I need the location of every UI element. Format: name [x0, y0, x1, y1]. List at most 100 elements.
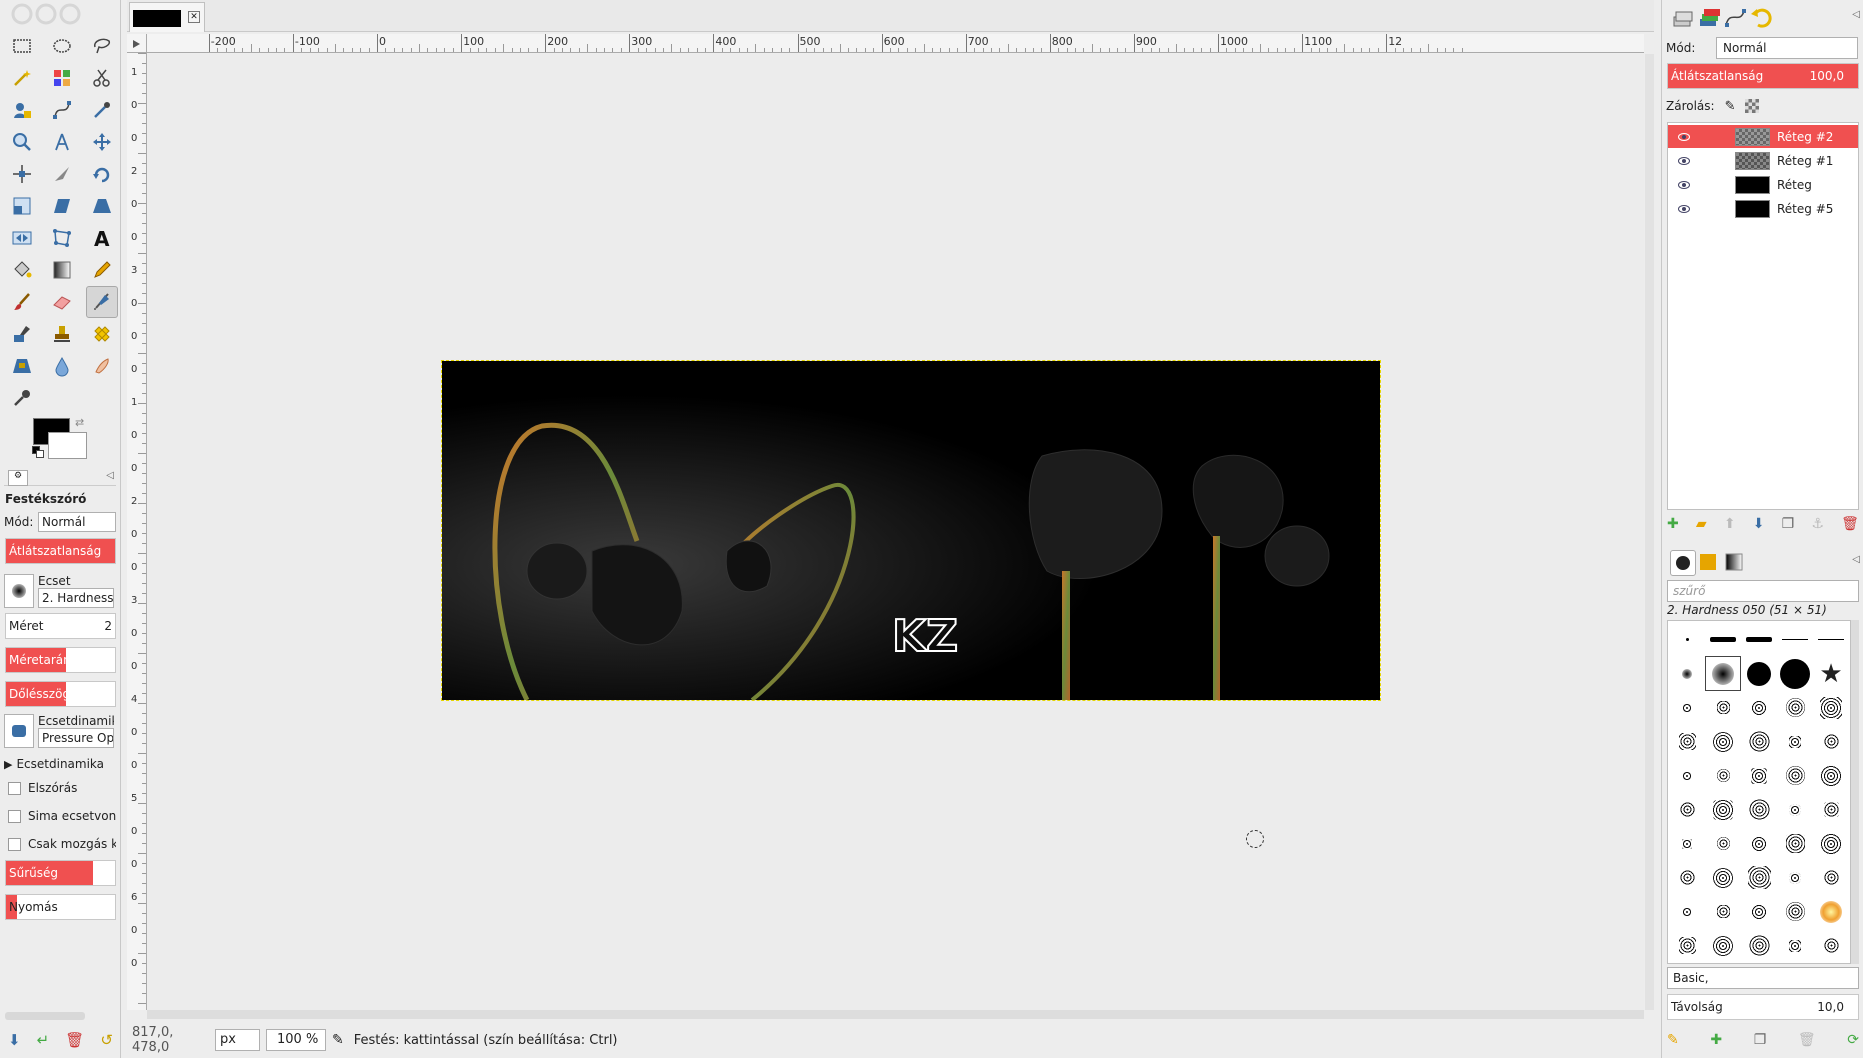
ellipse-select-tool[interactable]	[46, 30, 78, 62]
edit-brush-icon[interactable]: ✎	[1667, 1032, 1679, 1048]
zoom-tool[interactable]	[6, 126, 38, 158]
canvas-area[interactable]: KZ	[148, 54, 1644, 1010]
reset-options-icon[interactable]: ↺	[100, 1031, 113, 1049]
dynamics-options-expander[interactable]: ▶ Ecsetdinamika b	[4, 752, 116, 776]
lower-layer-icon[interactable]: ⬇	[1753, 516, 1765, 532]
brush-cell[interactable]	[1778, 827, 1812, 860]
new-layer-icon[interactable]: ✚	[1667, 516, 1679, 532]
brush-cell[interactable]	[1814, 861, 1848, 894]
brush-cell[interactable]	[1778, 929, 1812, 962]
brush-cell[interactable]	[1670, 691, 1704, 724]
foreground-select-tool[interactable]	[6, 94, 38, 126]
dodge-burn-tool[interactable]	[6, 382, 38, 414]
brush-set-select[interactable]: Basic,	[1667, 967, 1859, 989]
brush-select[interactable]: 2. Hardness 0	[38, 588, 114, 608]
brush-filter-input[interactable]: szűrő	[1667, 580, 1859, 602]
brush-cell[interactable]	[1778, 691, 1812, 724]
brush-cell[interactable]	[1742, 861, 1776, 894]
brush-cell[interactable]	[1670, 929, 1704, 962]
align-tool[interactable]	[6, 158, 38, 190]
dynamics-icon[interactable]	[4, 714, 34, 748]
zoom-select[interactable]: 100 %	[266, 1029, 326, 1051]
brush-cell[interactable]	[1742, 759, 1776, 792]
brush-cell[interactable]	[1742, 793, 1776, 826]
brush-preview-icon[interactable]	[4, 574, 34, 608]
undo-history-tab-icon[interactable]	[1748, 5, 1774, 31]
color-picker-tool[interactable]	[86, 94, 118, 126]
brush-cell[interactable]	[1706, 623, 1740, 656]
rate-slider[interactable]: Sűrűség	[5, 860, 116, 886]
visibility-eye-icon[interactable]	[1678, 204, 1690, 213]
brush-cell[interactable]	[1814, 929, 1848, 962]
brush-cell[interactable]	[1778, 895, 1812, 928]
jitter-checkbox[interactable]	[8, 782, 21, 795]
brush-cell[interactable]	[1778, 759, 1812, 792]
measure-tool[interactable]	[46, 126, 78, 158]
brush-cell[interactable]	[1670, 861, 1704, 894]
lock-alpha-icon[interactable]	[1745, 99, 1760, 113]
raise-layer-icon[interactable]: ⬆	[1724, 516, 1736, 532]
brush-cell[interactable]	[1670, 759, 1704, 792]
image-tab[interactable]: ✕	[129, 2, 205, 32]
brush-cell[interactable]	[1742, 623, 1776, 656]
brush-cell[interactable]	[1670, 657, 1704, 690]
delete-options-icon[interactable]: 🗑	[65, 1031, 84, 1049]
brush-grid-scrollbar[interactable]	[1851, 620, 1859, 964]
blend-tool[interactable]	[46, 254, 78, 286]
brush-cell[interactable]	[1706, 929, 1740, 962]
vertical-scrollbar[interactable]	[1645, 54, 1654, 1010]
rect-select-tool[interactable]	[6, 30, 38, 62]
gradients-tab-icon[interactable]	[1722, 550, 1748, 576]
scissors-select-tool[interactable]	[86, 62, 118, 94]
new-layer-group-icon[interactable]: ▰	[1696, 516, 1707, 532]
unit-select[interactable]: px	[215, 1029, 260, 1051]
brush-cell[interactable]	[1706, 725, 1740, 758]
brush-cell[interactable]	[1742, 929, 1776, 962]
layer-row-1[interactable]: Réteg #1	[1668, 149, 1858, 172]
opacity-slider[interactable]: Átlátszatlanság	[5, 538, 116, 564]
brush-cell[interactable]	[1742, 725, 1776, 758]
brush-cell[interactable]	[1670, 827, 1704, 860]
restore-options-icon[interactable]: ↵	[37, 1031, 50, 1049]
layer-row-3[interactable]: Réteg #5	[1668, 197, 1858, 220]
mode-select[interactable]: Normál	[38, 512, 116, 532]
rotate-tool[interactable]	[86, 158, 118, 190]
visibility-eye-icon[interactable]	[1678, 180, 1690, 189]
size-slider[interactable]: Méret 2	[5, 613, 116, 639]
swap-colors-icon[interactable]: ⇄	[75, 416, 84, 429]
perspective-clone-tool[interactable]	[6, 350, 38, 382]
brush-cell[interactable]	[1706, 861, 1740, 894]
background-color-swatch[interactable]	[48, 432, 87, 459]
brushes-tab-icon[interactable]	[1670, 550, 1696, 576]
brush-cell[interactable]	[1706, 759, 1740, 792]
pencil-tool[interactable]	[86, 254, 118, 286]
brush-cell[interactable]	[1814, 793, 1848, 826]
brush-cell[interactable]	[1742, 691, 1776, 724]
layer-opacity-slider[interactable]: Átlátszatlanság 100,0	[1667, 63, 1859, 89]
brush-dock-menu-icon[interactable]: ◁	[1852, 554, 1860, 565]
delete-layer-icon[interactable]: 🗑	[1841, 516, 1859, 532]
aspect-ratio-slider[interactable]: Méretarány	[5, 647, 116, 673]
quick-mask-corner-icon[interactable]	[127, 34, 147, 53]
layer-row-0[interactable]: Réteg #2	[1668, 125, 1858, 148]
brush-cell[interactable]	[1670, 895, 1704, 928]
visibility-eye-icon[interactable]	[1678, 132, 1690, 141]
brush-cell[interactable]	[1706, 895, 1740, 928]
delete-brush-icon[interactable]: 🗑	[1798, 1032, 1816, 1048]
crop-tool[interactable]	[46, 158, 78, 190]
patterns-tab-icon[interactable]	[1696, 550, 1722, 576]
perspective-tool[interactable]	[86, 190, 118, 222]
pressure-slider[interactable]: Nyomás	[5, 894, 116, 920]
move-tool[interactable]	[86, 126, 118, 158]
vertical-ruler[interactable]: 1 0 0 2 0 0 3 0 0 0 1 0 0 2 0 0 3 0 0 4 0 0 5 0 0 6 0 0	[127, 53, 147, 1010]
brush-cell[interactable]	[1778, 725, 1812, 758]
brush-cell[interactable]	[1706, 691, 1740, 724]
free-select-tool[interactable]	[86, 30, 118, 62]
visibility-eye-icon[interactable]	[1678, 156, 1690, 165]
anchor-layer-icon[interactable]: ⚓	[1811, 516, 1824, 532]
new-brush-icon[interactable]: ✚	[1710, 1032, 1722, 1048]
brush-cell[interactable]	[1814, 623, 1848, 656]
brush-cell[interactable]	[1705, 656, 1741, 691]
fuzzy-select-tool[interactable]	[6, 62, 38, 94]
brush-cell[interactable]	[1814, 827, 1848, 860]
